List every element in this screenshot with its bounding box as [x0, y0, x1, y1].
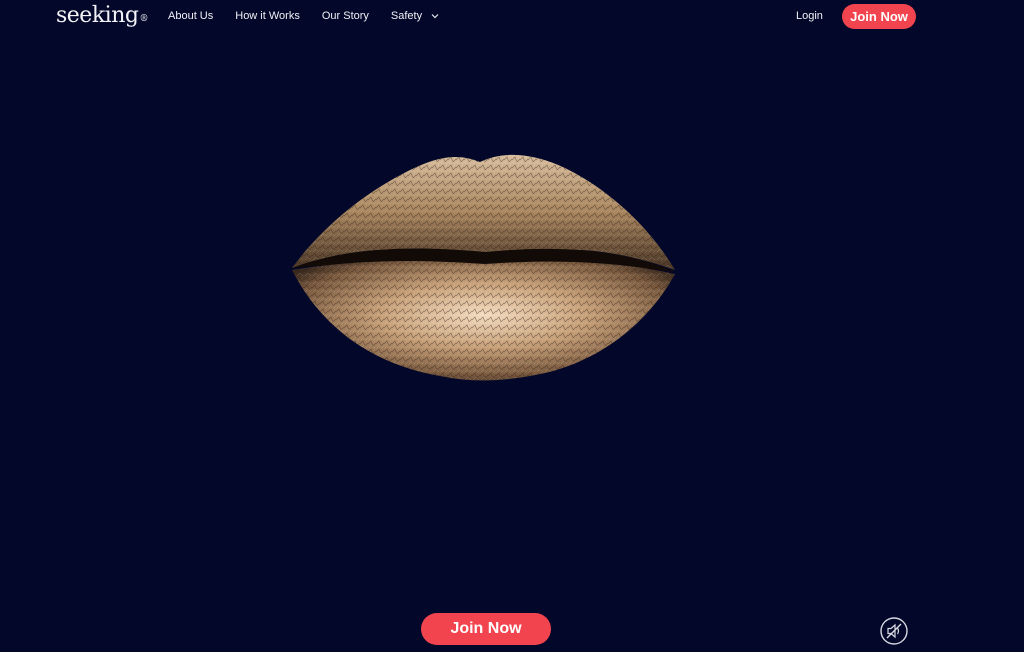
top-navigation: seeking® About Us How it Works Our Story…: [0, 0, 1024, 34]
chevron-down-icon: [431, 14, 439, 19]
nav-our-story[interactable]: Our Story: [322, 9, 369, 23]
nav-about-us[interactable]: About Us: [168, 9, 213, 23]
join-now-button-hero[interactable]: Join Now: [421, 613, 551, 645]
login-link[interactable]: Login: [796, 9, 823, 23]
nav-safety-label: Safety: [390, 10, 423, 22]
nav-how-it-works[interactable]: How it Works: [235, 9, 300, 23]
muted-speaker-icon[interactable]: [880, 617, 908, 645]
logo-text: seeking: [56, 3, 139, 28]
nav-safety[interactable]: Safety: [391, 9, 439, 23]
join-now-button-header[interactable]: Join Now: [842, 4, 916, 29]
gold-lips-image: [292, 154, 675, 381]
seeking-logo[interactable]: seeking®: [56, 3, 148, 29]
nav-links: About Us How it Works Our Story Safety: [168, 9, 461, 23]
registered-mark: ®: [139, 14, 148, 24]
